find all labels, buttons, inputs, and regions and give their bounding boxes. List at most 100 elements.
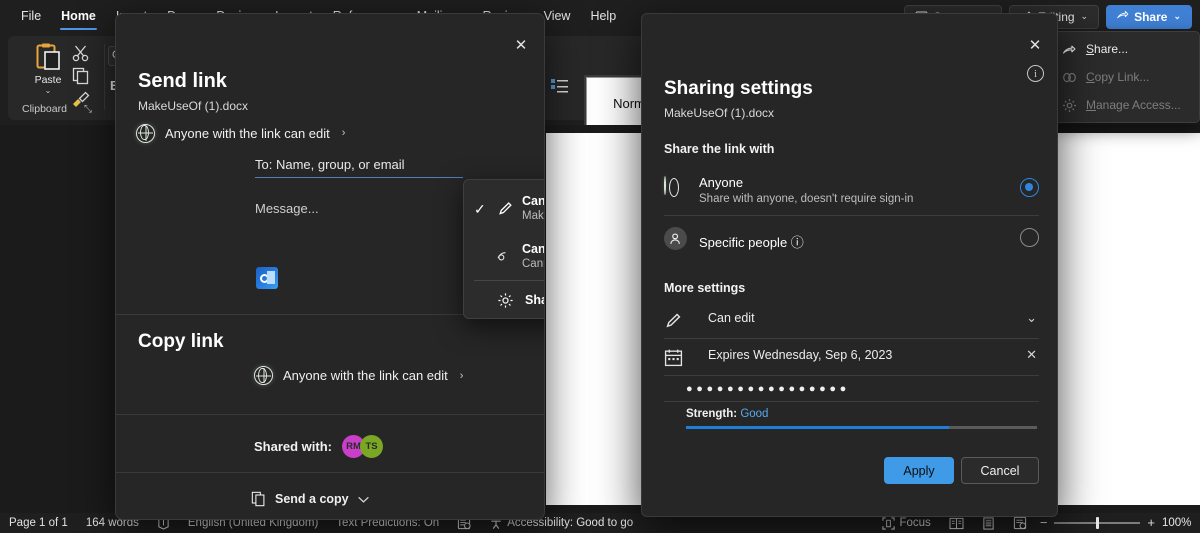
multilevel-list-icon[interactable] bbox=[551, 78, 569, 94]
send-link-permission-row[interactable]: Anyone with the link can edit › bbox=[136, 121, 345, 145]
outlook-icon[interactable] bbox=[256, 267, 278, 289]
chevron-down-icon: ⌄ bbox=[45, 87, 52, 94]
globe-icon bbox=[136, 124, 155, 143]
person-glyph bbox=[669, 232, 683, 246]
option-anyone-title: Anyone bbox=[699, 175, 743, 190]
sharing-settings-menu-item[interactable]: Sharing settings bbox=[464, 281, 545, 319]
zoom-out-button[interactable]: − bbox=[1040, 518, 1048, 528]
setting-can-edit[interactable]: Can edit ⌄ bbox=[664, 302, 1039, 338]
paste-button[interactable]: Paste ⌄ bbox=[22, 42, 74, 108]
password-strength-fill bbox=[686, 426, 949, 429]
gear-icon bbox=[497, 292, 514, 309]
info-icon[interactable]: i bbox=[1027, 65, 1044, 82]
message-input[interactable]: Message... bbox=[255, 201, 319, 216]
print-layout-icon bbox=[982, 517, 995, 530]
focus-icon bbox=[882, 517, 895, 530]
share-menu-item-manage-access: Manage Access... bbox=[1054, 91, 1199, 119]
cancel-button[interactable]: Cancel bbox=[961, 457, 1039, 484]
setting-expiry[interactable]: Expires Wednesday, Sep 6, 2023 ✕ bbox=[664, 339, 1039, 375]
share-menu-item-share[interactable]: Share... bbox=[1054, 35, 1199, 63]
share-label: Share bbox=[1134, 10, 1167, 24]
panel-divider bbox=[116, 414, 545, 415]
remove-expiry-icon[interactable]: ✕ bbox=[1026, 347, 1037, 363]
radio-specific-people[interactable] bbox=[1020, 228, 1039, 247]
option-specific-people[interactable]: Specific people ⓘ bbox=[664, 216, 1039, 264]
globe-icon bbox=[664, 177, 687, 200]
share-menu-item-copy-link: Copy Link... bbox=[1054, 63, 1199, 91]
globe-icon bbox=[254, 366, 273, 385]
chevron-down-icon[interactable]: ⌄ bbox=[1026, 310, 1037, 326]
cut-icon[interactable] bbox=[71, 43, 91, 63]
send-link-filename: MakeUseOf (1).docx bbox=[138, 99, 248, 113]
option-anyone-subtitle: Share with anyone, doesn't require sign-… bbox=[699, 193, 913, 205]
ribbon-tab-help[interactable]: Help bbox=[581, 6, 625, 28]
chevron-down-icon: ⌄ bbox=[1173, 11, 1181, 22]
password-input[interactable]: ●●●●●●●●●●●●●●●● bbox=[686, 383, 850, 395]
password-strength-label: Strength: bbox=[686, 408, 737, 420]
panel-divider bbox=[116, 472, 545, 473]
gear-icon bbox=[1062, 98, 1077, 113]
password-strength-value: Good bbox=[740, 408, 768, 420]
share-dropdown-menu: Share... Copy Link... Manage Access... bbox=[1053, 31, 1200, 123]
zoom-level[interactable]: 100% bbox=[1162, 517, 1192, 529]
section-more-settings: More settings bbox=[664, 281, 745, 295]
option-specific-people-title: Specific people ⓘ bbox=[699, 232, 804, 251]
ribbon-group-clipboard: Paste ⌄ Cl bbox=[8, 36, 105, 120]
document-copy-icon bbox=[251, 491, 267, 507]
read-mode-icon bbox=[949, 517, 964, 530]
share-menu-item-label: Manage Access... bbox=[1086, 98, 1181, 112]
zoom-slider[interactable] bbox=[1054, 522, 1140, 524]
avatar-group[interactable]: RMTS bbox=[342, 435, 383, 458]
copy-link-title: Copy link bbox=[138, 331, 224, 353]
radio-anyone[interactable] bbox=[1020, 178, 1039, 197]
sharing-settings-dialog: ✕ i Sharing settings MakeUseOf (1).docx … bbox=[641, 13, 1058, 517]
share-menu-item-label: Copy Link... bbox=[1086, 70, 1149, 84]
password-strength-bar bbox=[686, 426, 1037, 429]
share-icon bbox=[1062, 42, 1077, 57]
permission-option-can-view[interactable]: Can view Cannot make changes bbox=[464, 232, 545, 282]
recipient-input[interactable]: To: Name, group, or email bbox=[255, 157, 463, 178]
ribbon-tab-label: File bbox=[21, 9, 41, 23]
permission-subtitle: Cannot make changes bbox=[522, 258, 545, 270]
link-icon bbox=[1062, 70, 1077, 85]
zoom-control[interactable]: − + 100% bbox=[1036, 517, 1200, 529]
chevron-down-icon bbox=[357, 493, 370, 506]
pencil-icon bbox=[497, 200, 514, 217]
password-strength: Strength: Good bbox=[686, 408, 768, 420]
send-link-title: Send link bbox=[138, 70, 227, 93]
calendar-icon bbox=[664, 348, 683, 367]
permission-subtitle: Make any changes bbox=[522, 210, 545, 222]
apply-button[interactable]: Apply bbox=[884, 457, 954, 484]
page-count[interactable]: Page 1 of 1 bbox=[0, 513, 77, 533]
setting-can-edit-label: Can edit bbox=[708, 311, 755, 325]
avatar[interactable]: TS bbox=[360, 435, 383, 458]
zoom-in-button[interactable]: + bbox=[1147, 518, 1155, 528]
password-divider bbox=[664, 401, 1039, 402]
permission-title: Can edit bbox=[522, 194, 545, 208]
paste-icon bbox=[34, 42, 62, 72]
sharing-settings-filename: MakeUseOf (1).docx bbox=[664, 106, 774, 120]
close-icon[interactable]: ✕ bbox=[506, 32, 536, 58]
share-icon bbox=[1116, 10, 1129, 23]
web-layout-icon bbox=[1013, 516, 1027, 530]
option-anyone[interactable]: Anyone Share with anyone, doesn't requir… bbox=[664, 166, 1039, 214]
send-a-copy-button[interactable]: Send a copy bbox=[251, 491, 370, 507]
share-menu-item-label: Share... bbox=[1086, 42, 1128, 56]
copy-link-permission-label: Anyone with the link can edit bbox=[283, 368, 448, 383]
group-separator bbox=[104, 44, 105, 110]
permission-option-can-edit[interactable]: ✓ Can edit Make any changes bbox=[464, 184, 545, 234]
ribbon-tab-home[interactable]: Home bbox=[52, 6, 105, 28]
copy-icon[interactable] bbox=[71, 66, 91, 86]
pencil-icon bbox=[664, 311, 683, 330]
word-app-window: FileHomeInsertDrawDesignLayoutReferences… bbox=[0, 0, 1200, 533]
send-a-copy-label: Send a copy bbox=[275, 492, 349, 506]
share-button[interactable]: Share ⌄ bbox=[1106, 5, 1192, 29]
chevron-right-icon: › bbox=[342, 127, 346, 139]
zoom-slider-thumb[interactable] bbox=[1096, 517, 1099, 529]
clipboard-dialog-launcher[interactable]: ⤡ bbox=[84, 104, 95, 115]
close-icon[interactable]: ✕ bbox=[1021, 32, 1049, 58]
ribbon-tab-file[interactable]: File bbox=[12, 6, 50, 28]
permission-title: Can view bbox=[522, 242, 545, 256]
copy-link-permission-row[interactable]: Anyone with the link can edit › bbox=[254, 366, 463, 385]
setting-expiry-label: Expires Wednesday, Sep 6, 2023 bbox=[708, 348, 892, 362]
